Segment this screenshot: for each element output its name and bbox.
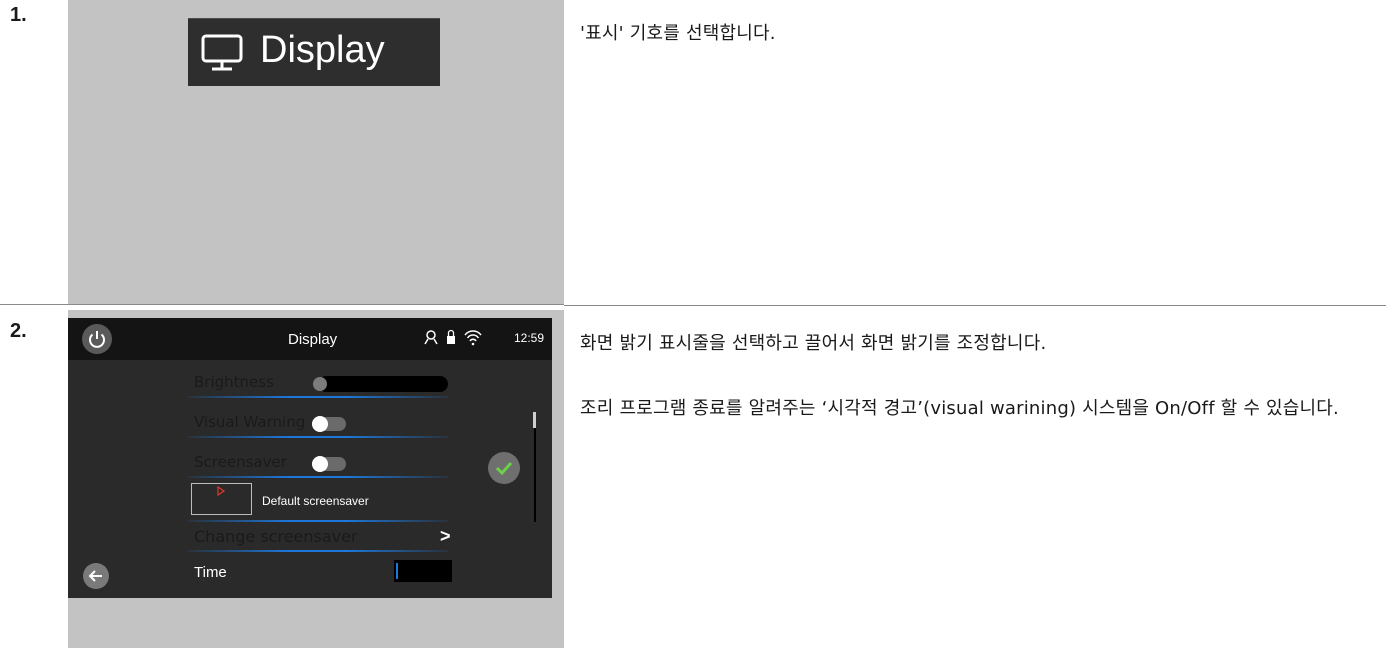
scrollbar[interactable] <box>534 412 536 522</box>
step-number-1: 1. <box>10 4 27 26</box>
divider-left <box>0 304 564 305</box>
brightness-slider[interactable] <box>318 376 448 392</box>
brightness-slider-knob[interactable] <box>313 377 327 391</box>
screensaver-thumbnail[interactable] <box>191 483 252 515</box>
time-cursor <box>396 563 398 579</box>
status-icons <box>424 329 482 346</box>
lock-icon <box>447 329 455 344</box>
brightness-label: Brightness <box>194 373 274 391</box>
power-button[interactable] <box>82 324 112 354</box>
screensaver-label: Screensaver <box>194 453 287 471</box>
chevron-right-icon[interactable]: > <box>440 526 451 547</box>
visual-warning-toggle[interactable] <box>312 416 346 432</box>
scrollbar-thumb[interactable] <box>533 412 536 428</box>
divider-line-2 <box>188 550 448 552</box>
power-icon <box>89 331 105 348</box>
visual-warning-label: Visual Warning <box>194 413 306 431</box>
step-2-text-1: 화면 밝기 표시줄을 선택하고 끌어서 화면 밝기를 조정합니다. <box>580 333 1047 354</box>
step-number-2: 2. <box>10 320 27 342</box>
screensaver-toggle[interactable] <box>312 456 346 472</box>
confirm-button[interactable] <box>488 452 520 484</box>
play-icon <box>217 485 226 497</box>
arrow-left-icon <box>83 563 109 589</box>
back-button[interactable] <box>82 562 110 594</box>
divider-right <box>564 305 1386 306</box>
step-1-instructions: '표시' 기호를 선택합니다. <box>580 20 1380 47</box>
monitor-icon <box>201 34 243 71</box>
clock: 12:59 <box>514 331 545 345</box>
display-label: Display <box>260 29 385 71</box>
time-label: Time <box>194 564 227 581</box>
change-screensaver-label: Change screensaver <box>194 527 358 546</box>
change-screensaver-row[interactable]: Change screensaver <box>188 522 458 552</box>
screen-title: Display <box>288 331 338 348</box>
step-2-instructions: 화면 밝기 표시줄을 선택하고 끌어서 화면 밝기를 조정합니다. 조리 프로그… <box>580 330 1380 422</box>
top-bar: Display 12:59 <box>68 318 552 360</box>
chef-hat-icon <box>424 330 438 345</box>
time-field[interactable] <box>394 560 452 582</box>
step-1-text: '표시' 기호를 선택합니다. <box>580 23 776 44</box>
wifi-icon <box>464 330 482 346</box>
default-screensaver-label: Default screensaver <box>262 494 369 508</box>
display-menu-tile[interactable]: Display <box>188 18 440 86</box>
step-2-text-2: 조리 프로그램 종료를 알려주는 ‘시각적 경고’(visual warinin… <box>580 398 1339 419</box>
checkmark-icon <box>495 461 513 476</box>
